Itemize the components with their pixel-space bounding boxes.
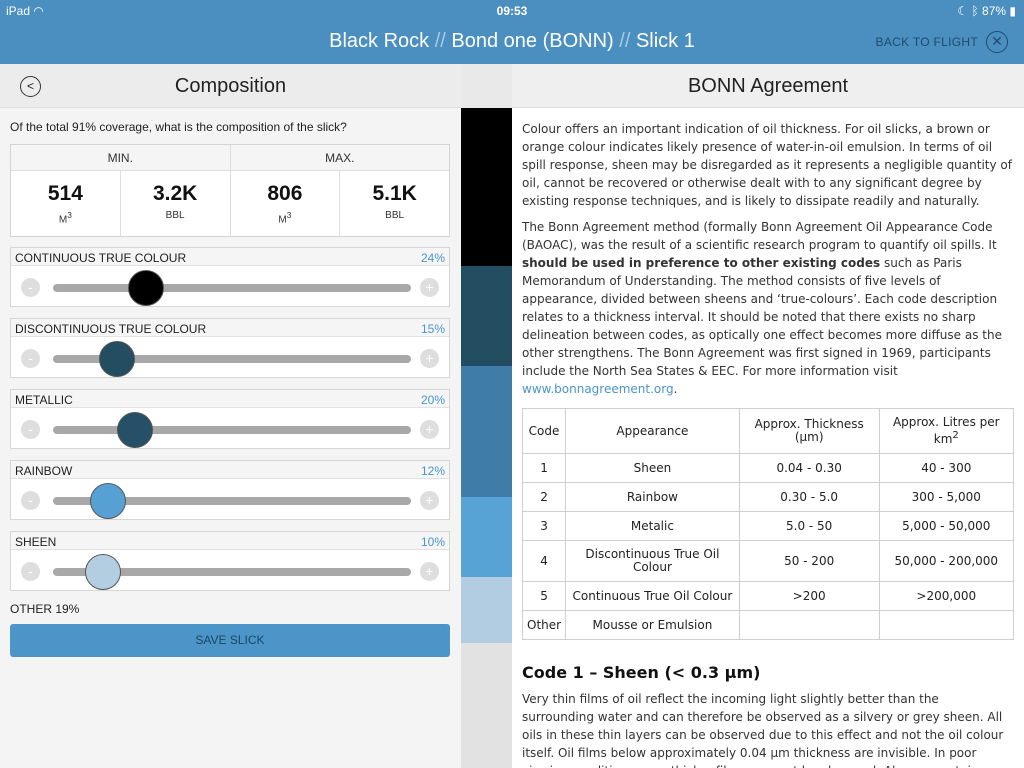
decrease-button[interactable]: - bbox=[21, 349, 40, 368]
slider-percent: 20% bbox=[420, 393, 445, 407]
other-percentage: OTHER 19% bbox=[10, 602, 80, 616]
strip-other bbox=[461, 643, 512, 768]
slider-percent: 10% bbox=[420, 535, 445, 549]
table-row: 5 Continuous True Oil Colour >200 >200,000 bbox=[521, 581, 1015, 611]
max-volume-bbl: 5.1K BBL bbox=[340, 171, 449, 237]
volume-summary: MIN. MAX. 514 M3 3.2K BBL 806 M3 5.1K BB… bbox=[10, 144, 450, 237]
volume-value: 514 bbox=[47, 182, 83, 205]
slider-label: DISCONTINUOUS TRUE COLOUR bbox=[15, 322, 207, 336]
status-time: 09:53 bbox=[496, 4, 528, 18]
table-row: 3 Metalic 5.0 - 50 5,000 - 50,000 bbox=[521, 511, 1015, 541]
close-icon[interactable]: ✕ bbox=[986, 31, 1008, 53]
bluetooth-icon: ᛒ bbox=[971, 4, 979, 18]
slider-thumb[interactable] bbox=[85, 554, 122, 590]
composition-header: < Composition bbox=[0, 64, 461, 108]
composition-title: Composition bbox=[174, 75, 287, 97]
slider-percent: 15% bbox=[420, 322, 445, 336]
strip-sheen bbox=[461, 577, 512, 643]
intro-paragraph: Colour offers an important indication of… bbox=[522, 122, 1012, 208]
decrease-button[interactable]: - bbox=[21, 491, 40, 510]
min-volume-bbl: 3.2K BBL bbox=[121, 171, 231, 237]
slider-thumb[interactable] bbox=[99, 341, 136, 377]
code1-heading: Code 1 – Sheen (< 0.3 µm) bbox=[522, 663, 761, 682]
table-row: 4 Discontinuous True Oil Colour 50 - 200 50… bbox=[521, 540, 1015, 582]
breadcrumb-slick: Slick 1 bbox=[635, 30, 695, 52]
table-row: 2 Rainbow 0.30 - 5.0 300 - 5,000 bbox=[521, 482, 1015, 512]
decrease-button[interactable]: - bbox=[21, 278, 40, 297]
increase-button[interactable]: + bbox=[420, 278, 439, 297]
breadcrumb-flight[interactable]: Black Rock bbox=[329, 30, 429, 52]
volume-value: 5.1K bbox=[372, 182, 417, 205]
slider-percent: 12% bbox=[420, 464, 445, 478]
composition-question: Of the total 91% coverage, what is the c… bbox=[10, 120, 347, 134]
col-code: Code bbox=[521, 408, 567, 454]
bonn-header: BONN Agreement bbox=[512, 64, 1024, 108]
slider-percent: 24% bbox=[420, 251, 445, 265]
code1-paragraph: Very thin films of oil reflect the incom… bbox=[522, 692, 1004, 768]
slider-label: SHEEN bbox=[15, 535, 57, 549]
composition-color-strip bbox=[461, 108, 512, 768]
strip-metallic bbox=[461, 366, 512, 497]
volume-value: 3.2K bbox=[152, 182, 198, 205]
max-label: MAX. bbox=[325, 151, 355, 165]
bonn-agreement-panel: BONN Agreement Colour offers an importan… bbox=[512, 64, 1024, 768]
back-to-flight-link[interactable]: BACK TO FLIGHT bbox=[876, 35, 978, 49]
increase-button[interactable]: + bbox=[420, 562, 439, 581]
battery-label: 87% bbox=[982, 4, 1007, 18]
slider-continuous-true-colour: CONTINUOUS TRUE COLOUR 24% - + bbox=[10, 247, 450, 307]
slider-thumb[interactable] bbox=[117, 412, 154, 448]
slider-thumb[interactable] bbox=[90, 483, 127, 519]
min-volume-m3: 514 M3 bbox=[11, 171, 121, 237]
increase-button[interactable]: + bbox=[420, 420, 439, 439]
slider-label: CONTINUOUS TRUE COLOUR bbox=[15, 251, 187, 265]
app-header: iPad ◠ 09:53 ☾ ᛒ 87% ▮ Black Rock // Bon… bbox=[0, 0, 1024, 64]
bonn-code-table: Code Appearance Approx. Thickness (µm) A… bbox=[521, 408, 1015, 640]
strip-continuous bbox=[461, 108, 512, 266]
min-label: MIN. bbox=[11, 145, 231, 170]
table-row: 1 Sheen 0.04 - 0.30 40 - 300 bbox=[521, 453, 1015, 483]
table-row: Other Mousse or Emulsion bbox=[521, 610, 1015, 640]
composition-panel: < Composition Of the total 91% coverage,… bbox=[0, 64, 461, 768]
breadcrumb-bond[interactable]: Bond one (BONN) bbox=[451, 30, 613, 52]
moon-icon: ☾ bbox=[957, 4, 969, 18]
decrease-button[interactable]: - bbox=[21, 562, 40, 581]
bonn-website-link[interactable]: www.bonnagreement.org bbox=[522, 382, 674, 396]
slider-label: METALLIC bbox=[15, 393, 73, 407]
battery-icon: ▮ bbox=[1009, 4, 1016, 18]
col-appearance: Appearance bbox=[565, 408, 740, 454]
method-paragraph: The Bonn Agreement method (formally Bonn… bbox=[522, 220, 1002, 396]
status-right: ☾ ᛒ 87% ▮ bbox=[957, 4, 1016, 18]
volume-unit: BBL bbox=[165, 210, 185, 221]
bonn-title: BONN Agreement bbox=[687, 75, 849, 97]
volume-unit: M3 bbox=[278, 210, 292, 226]
volume-unit: M3 bbox=[58, 210, 72, 226]
col-litres: Approx. Litres per km2 bbox=[878, 408, 1015, 454]
decrease-button[interactable]: - bbox=[21, 420, 40, 439]
slider-track[interactable] bbox=[53, 284, 411, 292]
save-slick-button[interactable]: SAVE SLICK bbox=[10, 624, 450, 657]
max-volume-m3: 806 M3 bbox=[231, 171, 341, 237]
strip-rainbow bbox=[461, 497, 512, 577]
volume-value: 806 bbox=[267, 182, 303, 205]
slider-rainbow: RAINBOW 12% - + bbox=[10, 460, 450, 520]
breadcrumb-separator: // bbox=[619, 30, 631, 52]
volume-unit: BBL bbox=[385, 210, 405, 221]
slider-track[interactable] bbox=[53, 426, 411, 434]
slider-sheen: SHEEN 10% - + bbox=[10, 531, 450, 591]
status-bar: iPad ◠ 09:53 ☾ ᛒ 87% ▮ bbox=[0, 0, 1024, 22]
col-thickness: Approx. Thickness (µm) bbox=[738, 408, 880, 454]
slider-thumb[interactable] bbox=[128, 270, 165, 306]
page-title: Black Rock // Bond one (BONN) // Slick 1 bbox=[0, 30, 1024, 53]
breadcrumb-separator: // bbox=[434, 30, 446, 52]
slider-label: RAINBOW bbox=[15, 464, 73, 478]
slider-metallic: METALLIC 20% - + bbox=[10, 389, 450, 449]
strip-discontinuous bbox=[461, 266, 512, 366]
increase-button[interactable]: + bbox=[420, 491, 439, 510]
bonn-content[interactable]: Colour offers an important indication of… bbox=[521, 120, 1015, 768]
slider-discontinuous-true-colour: DISCONTINUOUS TRUE COLOUR 15% - + bbox=[10, 318, 450, 378]
increase-button[interactable]: + bbox=[420, 349, 439, 368]
